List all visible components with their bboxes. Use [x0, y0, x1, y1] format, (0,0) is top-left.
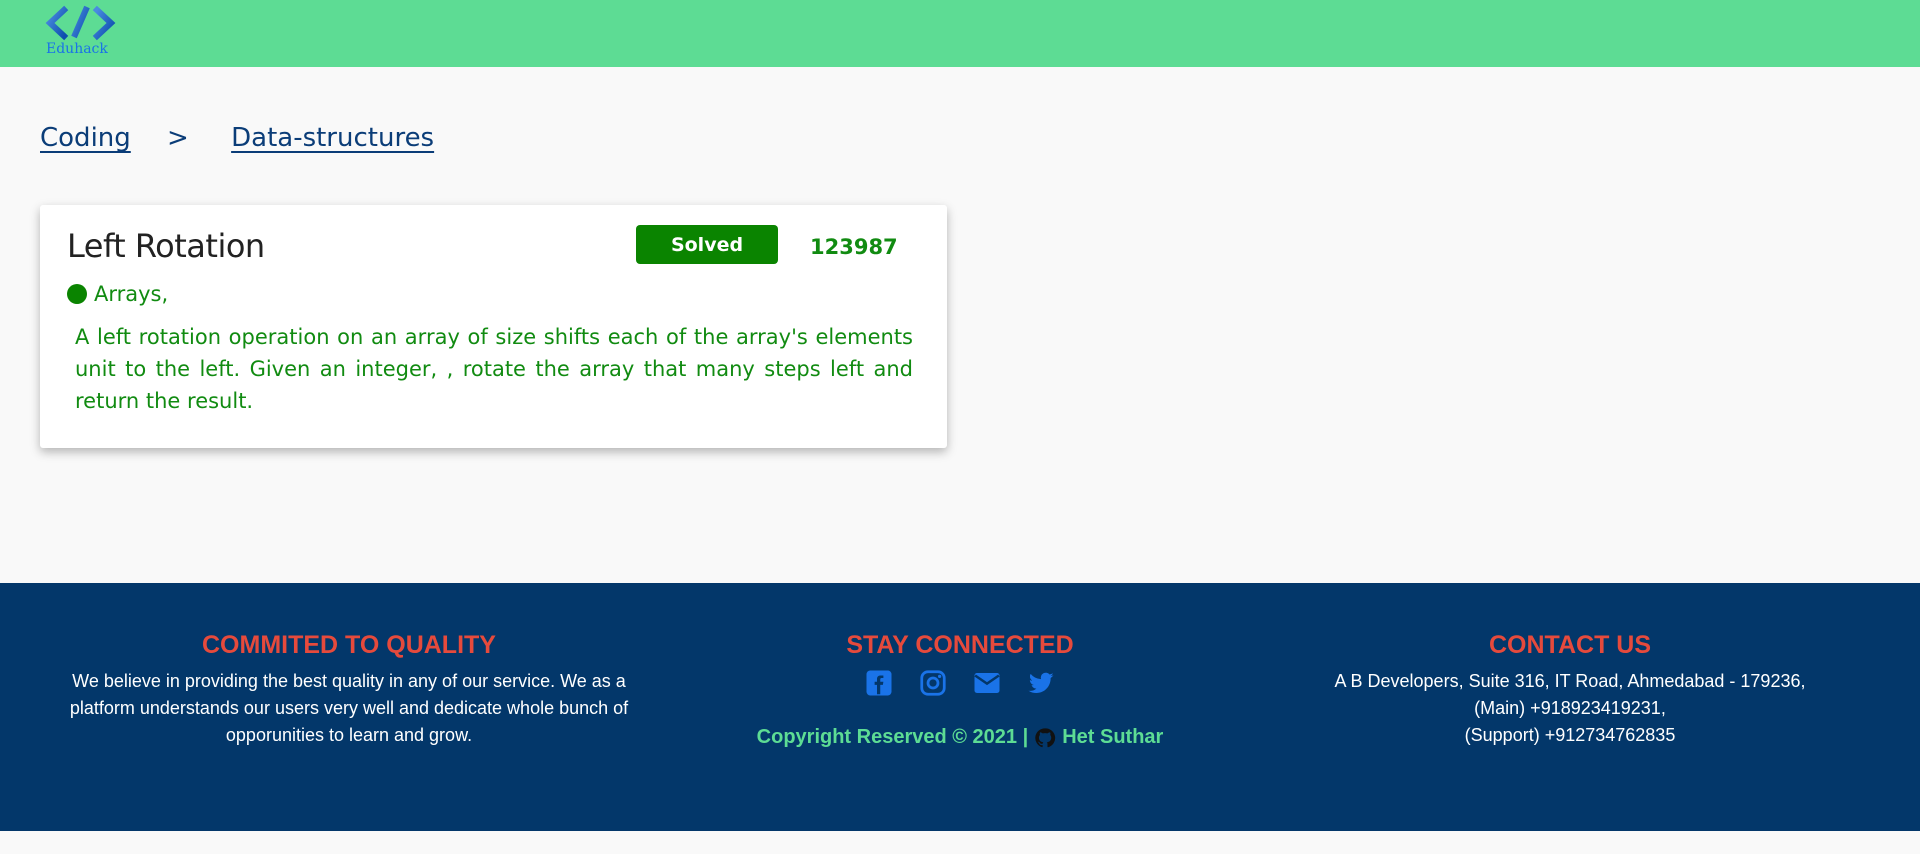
question-card[interactable]: Left Rotation Solved 123987 Arrays, A le… — [40, 205, 947, 448]
logo-text: Eduhack — [46, 41, 108, 57]
eduhack-logo[interactable]: Eduhack — [40, 4, 120, 62]
footer: COMMITED TO QUALITY We believe in provid… — [0, 583, 1920, 831]
author-github-link[interactable]: Het Suthar — [1034, 726, 1163, 749]
solved-count: 123987 — [810, 235, 898, 259]
mail-icon[interactable] — [972, 668, 1002, 698]
question-title[interactable]: Left Rotation — [67, 227, 265, 265]
contact-address: A B Developers, Suite 316, IT Road, Ahme… — [1334, 671, 1806, 691]
contact-support-phone: (Support) +912734762835 — [1464, 725, 1676, 745]
social-links — [710, 668, 1210, 698]
contact-main-phone: (Main) +918923419231, — [1474, 698, 1666, 718]
connect-heading: STAY CONNECTED — [846, 631, 1074, 659]
breadcrumb-data-structures[interactable]: Data-structures — [231, 123, 434, 153]
quality-text: We believe in providing the best quality… — [69, 671, 629, 745]
top-navbar: Eduhack — [0, 0, 1920, 67]
github-icon — [1035, 727, 1056, 747]
footer-contact: CONTACT US A B Developers, Suite 316, IT… — [1290, 631, 1850, 749]
copyright-text: Copyright Reserved © 2021 | — [756, 726, 1029, 748]
breadcrumb-coding[interactable]: Coding — [40, 123, 131, 153]
instagram-icon[interactable] — [918, 668, 948, 698]
tag-list: Arrays, — [67, 282, 168, 306]
facebook-icon[interactable] — [864, 668, 894, 698]
tag-dot-icon — [67, 284, 87, 304]
footer-connect: STAY CONNECTED Copyright Reserved © 2021… — [710, 631, 1210, 749]
author-name: Het Suthar — [1062, 726, 1164, 748]
breadcrumb-separator: > — [167, 123, 189, 153]
contact-heading: CONTACT US — [1488, 631, 1652, 659]
copyright-line: Copyright Reserved © 2021 | Het Suthar — [710, 726, 1210, 749]
tag-arrays: Arrays, — [94, 282, 169, 306]
breadcrumb: Coding > Data-structures — [40, 123, 434, 153]
quality-heading: COMMITED TO QUALITY — [202, 631, 496, 659]
code-brackets-icon — [45, 5, 116, 41]
footer-quality: COMMITED TO QUALITY We believe in provid… — [55, 631, 643, 749]
question-description: A left rotation operation on an array of… — [75, 325, 913, 413]
solved-badge: Solved — [636, 225, 778, 264]
twitter-icon[interactable] — [1026, 668, 1056, 698]
